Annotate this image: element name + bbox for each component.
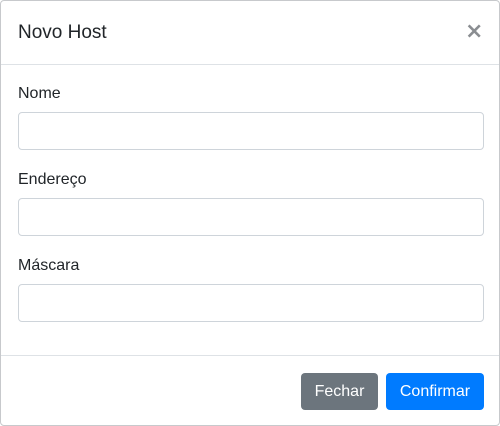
mask-field-group: Máscara <box>18 256 484 322</box>
modal-header: Novo Host × <box>1 1 499 65</box>
mask-input[interactable] <box>18 284 484 322</box>
address-field-group: Endereço <box>18 170 484 236</box>
close-icon[interactable]: × <box>465 18 483 46</box>
name-field-group: Nome <box>18 84 484 150</box>
address-label: Endereço <box>18 171 87 188</box>
name-label: Nome <box>18 85 61 102</box>
close-button[interactable]: Fechar <box>301 373 378 410</box>
modal-footer: Fechar Confirmar <box>1 355 499 426</box>
modal-title: Novo Host <box>18 22 107 43</box>
name-input[interactable] <box>18 112 484 150</box>
mask-label: Máscara <box>18 257 80 274</box>
address-input[interactable] <box>18 198 484 236</box>
confirm-button[interactable]: Confirmar <box>386 373 484 410</box>
new-host-dialog: Novo Host × Nome Endereço Máscara Fechar… <box>0 0 500 426</box>
